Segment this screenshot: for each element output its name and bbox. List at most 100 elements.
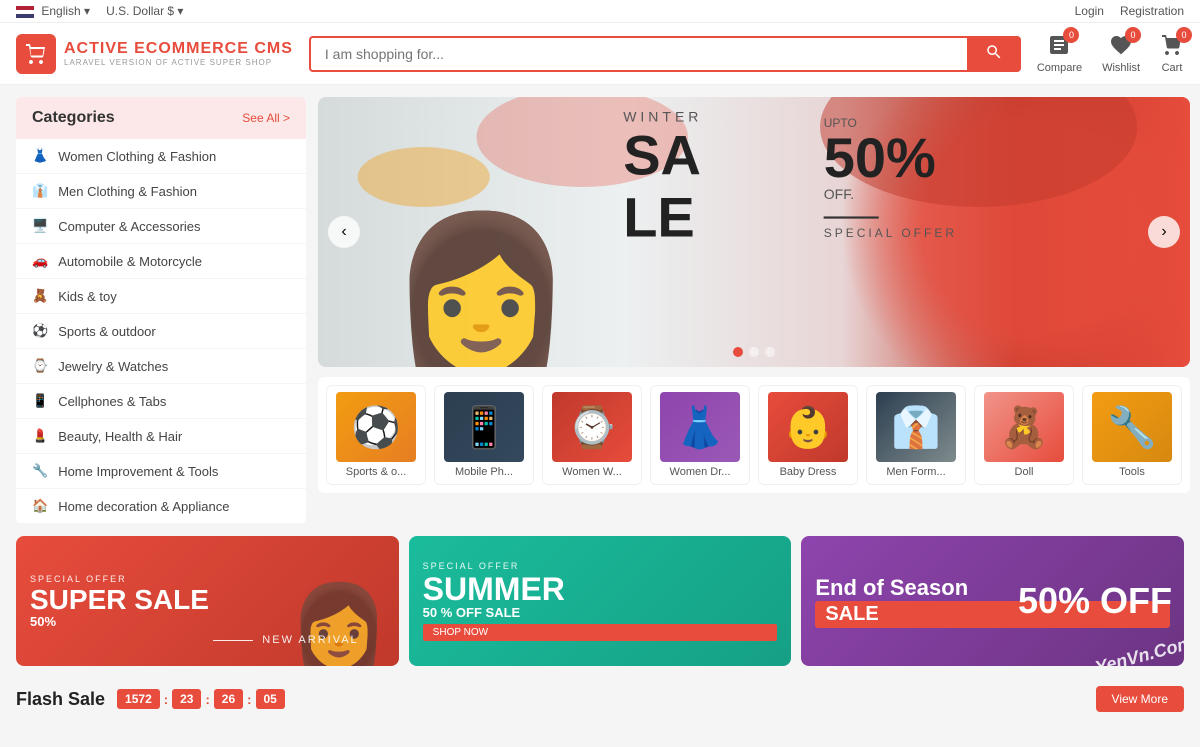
cart-icon-wrapper: 0 [1160, 33, 1184, 60]
sports-icon: ⚽ [32, 323, 48, 339]
cat-grid-phone-label: Mobile Ph... [455, 466, 513, 478]
cat-grid-item-wdress[interactable]: 👗 Women Dr... [650, 385, 750, 485]
cat-grid-item-watch[interactable]: ⌚ Women W... [542, 385, 642, 485]
sidebar-item-label: Beauty, Health & Hair [58, 429, 182, 444]
women-clothing-icon: 👗 [32, 148, 48, 164]
search-bar [309, 36, 1021, 72]
banner-super-sale[interactable]: SPECIAL OFFER SUPER SALE 50% 👩 NEW ARRIV… [16, 536, 399, 666]
sidebar-item-kids[interactable]: 🧸 Kids & toy [16, 279, 306, 314]
header-actions: 0 Compare 0 Wishlist 0 C [1037, 33, 1184, 74]
cat-grid-doll-img: 🧸 [984, 392, 1064, 462]
language-selector[interactable]: English ▾ [16, 4, 90, 18]
hero-slider: 👩 WINTER SALE UPTO 50% OFF. ━━━━━━━ SPEC… [318, 97, 1190, 367]
cat-grid-doll-label: Doll [1015, 466, 1034, 478]
search-input[interactable] [309, 36, 967, 72]
slider-divider: ━━━━━━━ [824, 210, 957, 226]
sidebar-item-label: Kids & toy [58, 289, 117, 304]
sidebar-item-automobile[interactable]: 🚗 Automobile & Motorcycle [16, 244, 306, 279]
compare-icon-wrapper: 0 [1047, 33, 1071, 60]
slider-dot-2[interactable] [749, 347, 759, 357]
cat-grid-sports-img: ⚽ [336, 392, 416, 462]
banner-1-new-arrival: NEW ARRIVAL [213, 634, 358, 646]
wishlist-badge: 0 [1125, 27, 1141, 43]
cat-grid-bdress-label: Baby Dress [780, 466, 837, 478]
sidebar-item-cellphones[interactable]: 📱 Cellphones & Tabs [16, 384, 306, 419]
slider-dot-1[interactable] [733, 347, 743, 357]
cat-grid-tools-label: Tools [1119, 466, 1145, 478]
slider-dot-3[interactable] [765, 347, 775, 357]
sidebar-item-home-improvement[interactable]: 🔧 Home Improvement & Tools [16, 454, 306, 489]
banner-2-big: SUMMER [423, 573, 778, 605]
top-bar-right: Login Registration [1075, 4, 1184, 18]
timer-sep-1: : [164, 692, 168, 707]
logo-icon [16, 34, 56, 74]
cart-badge: 0 [1176, 27, 1192, 43]
watch-emoji: ⌚ [567, 404, 617, 451]
cat-grid-item-bdress[interactable]: 👶 Baby Dress [758, 385, 858, 485]
registration-link[interactable]: Registration [1120, 4, 1184, 18]
timer-hours: 1572 [117, 689, 160, 709]
cat-grid-bdress-img: 👶 [768, 392, 848, 462]
sidebar-item-men-clothing[interactable]: 👔 Men Clothing & Fashion [16, 174, 306, 209]
sidebar-item-label: Home decoration & Appliance [58, 499, 229, 514]
login-link[interactable]: Login [1075, 4, 1104, 18]
cart-action[interactable]: 0 Cart [1160, 33, 1184, 74]
currency-selector[interactable]: U.S. Dollar $ ▾ [106, 4, 183, 18]
banner-2-shop-now[interactable]: SHOP NOW [423, 624, 778, 641]
sidebar-item-women-clothing[interactable]: 👗 Women Clothing & Fashion [16, 139, 306, 174]
timer-minutes: 23 [172, 689, 201, 709]
banner-end-season[interactable]: End of Season SALE 50% OFF YenVn.Com [801, 536, 1184, 666]
search-button[interactable] [967, 36, 1021, 72]
banner-2-tag: SPECIAL OFFER [423, 561, 778, 571]
sports-emoji: ⚽ [351, 404, 401, 451]
cat-grid-item-men[interactable]: 👔 Men Form... [866, 385, 966, 485]
cat-grid-wdress-img: 👗 [660, 392, 740, 462]
category-grid: ⚽ Sports & o... 📱 Mobile Ph... ⌚ Women W… [318, 377, 1190, 493]
computer-icon: 🖥️ [32, 218, 48, 234]
wishlist-action[interactable]: 0 Wishlist [1102, 33, 1140, 74]
arrow-line [213, 640, 253, 641]
sidebar-item-label: Automobile & Motorcycle [58, 254, 202, 269]
sidebar: Categories See All > 👗 Women Clothing & … [16, 97, 306, 524]
banner-2-sub: 50 % OFF SALE [423, 605, 778, 620]
phone-emoji: 📱 [459, 404, 509, 451]
cat-grid-item-doll[interactable]: 🧸 Doll [974, 385, 1074, 485]
banner-2-content: SPECIAL OFFER SUMMER 50 % OFF SALE SHOP … [409, 536, 792, 666]
view-more-button[interactable]: View More [1096, 686, 1184, 712]
sidebar-item-jewelry[interactable]: ⌚ Jewelry & Watches [16, 349, 306, 384]
see-all-link[interactable]: See All > [242, 111, 290, 125]
tools-icon: 🔧 [32, 463, 48, 479]
cat-grid-men-img: 👔 [876, 392, 956, 462]
cat-grid-item-phone[interactable]: 📱 Mobile Ph... [434, 385, 534, 485]
banner-summer[interactable]: SPECIAL OFFER SUMMER 50 % OFF SALE SHOP … [409, 536, 792, 666]
cat-grid-sports-label: Sports & o... [346, 466, 407, 478]
logo[interactable]: ACTIVE ECOMMERCE CMS LARAVEL VERSION OF … [16, 34, 293, 74]
slider-prev-button[interactable]: ‹ [328, 216, 360, 248]
compare-action[interactable]: 0 Compare [1037, 33, 1082, 74]
promotional-banners: SPECIAL OFFER SUPER SALE 50% 👩 NEW ARRIV… [0, 536, 1200, 676]
sidebar-header: Categories See All > [16, 97, 306, 139]
cat-grid-men-label: Men Form... [886, 466, 945, 478]
sidebar-item-label: Men Clothing & Fashion [58, 184, 197, 199]
cat-grid-tools-img: 🔧 [1092, 392, 1172, 462]
top-bar: English ▾ U.S. Dollar $ ▾ Login Registra… [0, 0, 1200, 23]
sidebar-item-beauty[interactable]: 💄 Beauty, Health & Hair [16, 419, 306, 454]
men-emoji: 👔 [891, 404, 941, 451]
header: ACTIVE ECOMMERCE CMS LARAVEL VERSION OF … [0, 23, 1200, 85]
timer-sep-3: : [247, 692, 251, 707]
sidebar-title: Categories [32, 109, 115, 127]
cat-grid-item-sports[interactable]: ⚽ Sports & o... [326, 385, 426, 485]
sidebar-item-sports[interactable]: ⚽ Sports & outdoor [16, 314, 306, 349]
home-icon: 🏠 [32, 498, 48, 514]
banner-1-small: NEW ARRIVAL [262, 634, 358, 646]
cat-grid-watch-label: Women W... [562, 466, 622, 478]
cart-logo-icon [24, 42, 48, 66]
jewelry-icon: ⌚ [32, 358, 48, 374]
slider-scene: 👩 WINTER SALE UPTO 50% OFF. ━━━━━━━ SPEC… [318, 97, 1190, 367]
sidebar-item-computer[interactable]: 🖥️ Computer & Accessories [16, 209, 306, 244]
slider-next-button[interactable]: › [1148, 216, 1180, 248]
sidebar-item-home-decoration[interactable]: 🏠 Home decoration & Appliance [16, 489, 306, 524]
men-clothing-icon: 👔 [32, 183, 48, 199]
center-content: 👩 WINTER SALE UPTO 50% OFF. ━━━━━━━ SPEC… [318, 97, 1190, 524]
cat-grid-item-tools[interactable]: 🔧 Tools [1082, 385, 1182, 485]
